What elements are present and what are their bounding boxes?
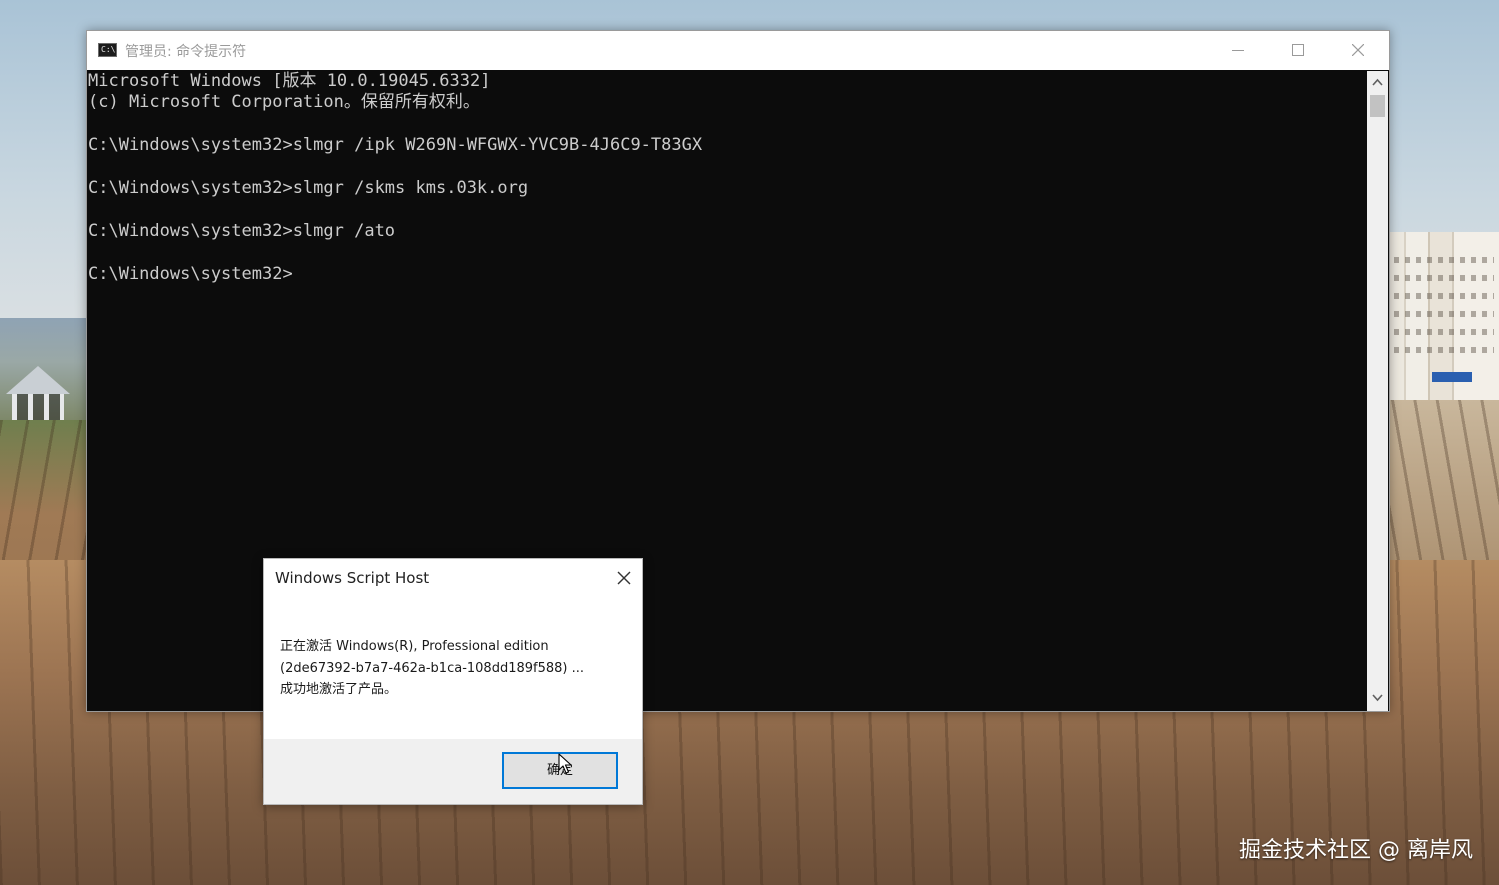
minimize-icon bbox=[1232, 50, 1244, 51]
console-line: C:\Windows\system32>slmgr /skms kms.03k.… bbox=[88, 177, 529, 198]
dialog-message: 正在激活 Windows(R), Professional edition (2… bbox=[280, 636, 630, 701]
console-line: C:\Windows\system32>slmgr /ipk W269N-WFG… bbox=[88, 135, 703, 156]
watermark: 掘金技术社区 @ 离岸风 bbox=[1239, 838, 1473, 863]
windows-script-host-dialog[interactable]: Windows Script Host 正在激活 Windows(R), Pro… bbox=[263, 558, 643, 805]
maximize-icon bbox=[1292, 44, 1304, 56]
wallpaper-town-windows bbox=[1394, 255, 1494, 365]
dialog-title: Windows Script Host bbox=[275, 569, 430, 587]
console-app-icon[interactable]: C:\ bbox=[98, 43, 117, 57]
console-line: Microsoft Windows [版本 10.0.19045.6332] bbox=[88, 71, 491, 91]
console-line: (c) Microsoft Corporation。保留所有权利。 bbox=[88, 92, 480, 113]
close-icon bbox=[617, 571, 631, 585]
console-line: C:\Windows\system32>slmgr /ato bbox=[88, 220, 396, 241]
dialog-message-line: (2de67392-b7a7-462a-b1ca-108dd189f588) .… bbox=[280, 660, 585, 676]
mouse-cursor-icon bbox=[558, 753, 572, 774]
minimize-button[interactable] bbox=[1208, 31, 1268, 70]
dialog-message-line: 正在激活 Windows(R), Professional edition bbox=[280, 639, 549, 654]
dialog-footer: 确定 bbox=[264, 739, 642, 804]
close-icon bbox=[1352, 44, 1364, 56]
console-window-title: 管理员: 命令提示符 bbox=[125, 44, 247, 60]
scroll-up-arrow-icon[interactable] bbox=[1372, 78, 1383, 86]
console-scrollbar[interactable] bbox=[1367, 71, 1388, 711]
maximize-button[interactable] bbox=[1268, 31, 1328, 70]
console-app-icon-glyph: C:\ bbox=[101, 45, 116, 54]
dialog-close-button[interactable] bbox=[612, 567, 636, 589]
scrollbar-thumb[interactable] bbox=[1370, 95, 1385, 117]
wallpaper-gazebo-roof bbox=[6, 366, 70, 394]
close-button[interactable] bbox=[1328, 31, 1388, 70]
console-titlebar[interactable]: C:\ 管理员: 命令提示符 bbox=[87, 31, 1389, 70]
scroll-down-arrow-icon[interactable] bbox=[1372, 694, 1383, 702]
console-prompt-line: C:\Windows\system32> bbox=[88, 263, 293, 284]
wallpaper-awning bbox=[1432, 372, 1472, 382]
dialog-message-line: 成功地激活了产品。 bbox=[280, 682, 398, 697]
